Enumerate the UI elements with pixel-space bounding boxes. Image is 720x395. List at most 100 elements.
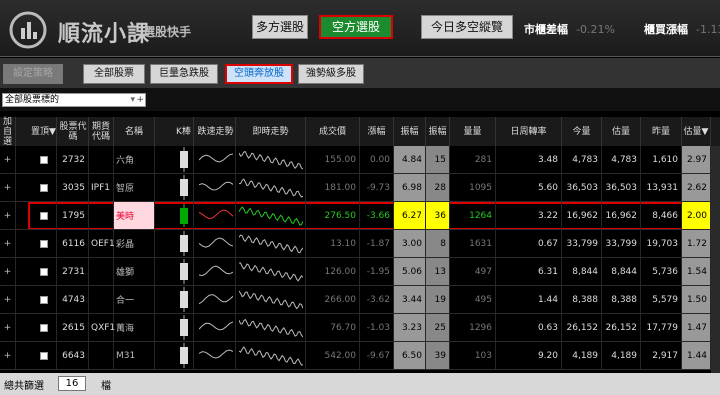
table-row[interactable]: +2615 QXF1 萬海 76.70 -1.03 3.23 25 1296 0.63 26,15… <box>0 314 720 342</box>
scrollbar[interactable] <box>711 146 720 373</box>
amplitude-value: 3.23 <box>394 314 426 341</box>
trend-sparkline <box>196 258 236 285</box>
add-watch-icon[interactable]: + <box>0 342 16 369</box>
stock-code: 3035 <box>58 174 89 201</box>
short-flow-button[interactable]: 空頭奔放股 <box>225 64 293 84</box>
column-header[interactable]: 即時走勢 <box>236 117 306 146</box>
change-value: -1.95 <box>360 258 394 285</box>
add-watch-icon[interactable]: + <box>0 230 16 257</box>
price-value: 126.00 <box>306 258 360 285</box>
today-volume: 8,844 <box>562 258 602 285</box>
pin-checkbox[interactable] <box>31 314 57 341</box>
intraday-sparkline <box>236 202 306 229</box>
intraday-sparkline <box>236 146 306 173</box>
trend-sparkline <box>196 314 236 341</box>
today-volume: 26,152 <box>562 314 602 341</box>
table-row[interactable]: +4743 合一 266.00 -3.62 3.44 19 495 1.44 8,388 8,38… <box>0 286 720 314</box>
turnover-value: 1.44 <box>496 286 562 313</box>
table-row[interactable]: +6643 M31 542.00 -9.67 6.50 39 103 9.20 4,189 4,1… <box>0 342 720 370</box>
column-header[interactable]: 振幅 <box>394 117 426 146</box>
turnover-value: 0.63 <box>496 314 562 341</box>
yesterday-volume: 19,703 <box>641 230 682 257</box>
column-header[interactable]: 名稱 <box>114 117 155 146</box>
today-overview-button[interactable]: 今日多空縱覽 <box>421 15 513 39</box>
column-header[interactable]: 估量 <box>602 117 641 146</box>
price-value: 542.00 <box>306 342 360 369</box>
trend-sparkline <box>196 230 236 257</box>
add-watch-icon[interactable]: + <box>0 202 16 229</box>
add-watch-icon[interactable]: + <box>0 174 16 201</box>
yesterday-volume: 5,579 <box>641 286 682 313</box>
chevron-down-icon[interactable]: ▾ <box>130 94 135 107</box>
add-watch-icon[interactable]: + <box>0 314 16 341</box>
column-header[interactable]: 今量 <box>562 117 602 146</box>
volume-value: 1631 <box>450 230 496 257</box>
column-header[interactable]: 估量▼ <box>682 117 711 146</box>
settings-strategy-button[interactable]: 設定策略 <box>3 64 63 84</box>
short-screen-button[interactable]: 空方選股 <box>319 15 393 39</box>
stock-name: 彩晶 <box>114 230 155 257</box>
volume-drop-button[interactable]: 巨量急跌股 <box>150 64 218 84</box>
column-header[interactable]: 日周轉率 <box>496 117 562 146</box>
total-label: 總共篩選 <box>4 381 44 392</box>
total-unit: 檔 <box>101 381 111 392</box>
long-screen-button[interactable]: 多方選股 <box>252 15 308 39</box>
checkbox-icon[interactable] <box>39 183 48 192</box>
add-watch-icon[interactable]: + <box>0 146 16 173</box>
column-header[interactable]: 期貨代碼 <box>89 117 114 146</box>
column-header[interactable]: 振幅 <box>426 117 450 146</box>
stock-code: 2731 <box>58 258 89 285</box>
table-row[interactable]: +1795 美時 276.50 -3.66 6.27 36 1264 3.22 16,962 16… <box>0 202 720 230</box>
volume-value: 497 <box>450 258 496 285</box>
add-icon[interactable]: + <box>136 94 144 107</box>
pin-checkbox[interactable] <box>31 258 57 285</box>
table-row[interactable]: +3035 IPF1 智原 181.00 -9.73 6.98 28 1095 5.60 36,5… <box>0 174 720 202</box>
amplitude-rank: 19 <box>426 286 450 313</box>
checkbox-icon[interactable] <box>39 323 48 332</box>
today-volume: 33,799 <box>562 230 602 257</box>
pin-checkbox[interactable] <box>31 202 57 229</box>
column-header[interactable]: 跌速走勢 <box>196 117 236 146</box>
column-header[interactable]: 昨量 <box>641 117 682 146</box>
table-row[interactable]: +6116 OEF1 彩晶 13.10 -1.87 3.00 8 1631 0.67 33,799… <box>0 230 720 258</box>
add-watch-icon[interactable]: + <box>0 258 16 285</box>
table-row[interactable]: +2731 雄獅 126.00 -1.95 5.06 13 497 6.31 8,844 8,84… <box>0 258 720 286</box>
price-value: 276.50 <box>306 202 360 229</box>
column-header[interactable]: 量量 <box>450 117 496 146</box>
checkbox-icon[interactable] <box>39 295 48 304</box>
strong-bear-button[interactable]: 強勢級多股 <box>298 64 364 84</box>
column-header[interactable]: K棒 <box>174 117 194 146</box>
checkbox-icon[interactable] <box>39 211 48 220</box>
stock-universe-select[interactable]: 全部股票標的 ▾ + <box>2 93 146 107</box>
all-stocks-button[interactable]: 全部股票 <box>83 64 145 84</box>
add-watch-icon[interactable]: + <box>0 286 16 313</box>
checkbox-icon[interactable] <box>39 155 48 164</box>
table-row[interactable]: +2732 六角 155.00 0.00 4.84 15 281 3.48 4,783 4,783… <box>0 146 720 174</box>
pin-checkbox[interactable] <box>31 342 57 369</box>
column-header[interactable]: 置頂▼ <box>31 117 57 146</box>
estimated-volume: 8,844 <box>602 258 641 285</box>
column-header[interactable]: 漲幅 <box>360 117 394 146</box>
column-header[interactable]: 成交價 <box>306 117 360 146</box>
intraday-sparkline <box>236 286 306 313</box>
futures-code <box>89 286 114 313</box>
checkbox-icon[interactable] <box>39 267 48 276</box>
pin-checkbox[interactable] <box>31 174 57 201</box>
column-header[interactable]: 股票代碼 <box>58 117 89 146</box>
trend-sparkline <box>196 146 236 173</box>
brand-title: 順流小課 <box>58 22 151 47</box>
pin-checkbox[interactable] <box>31 146 57 173</box>
checkbox-icon[interactable] <box>39 351 48 360</box>
column-header[interactable]: 加自選 <box>0 117 16 147</box>
checkbox-icon[interactable] <box>39 239 48 248</box>
trend-sparkline <box>196 286 236 313</box>
pin-checkbox[interactable] <box>31 286 57 313</box>
total-count: 16 <box>58 376 86 391</box>
futures-code: QXF1 <box>89 314 115 341</box>
estimated-volume: 4,783 <box>602 146 641 173</box>
pin-checkbox[interactable] <box>31 230 57 257</box>
amplitude-rank: 13 <box>426 258 450 285</box>
yesterday-volume: 8,466 <box>641 202 682 229</box>
change-value: -9.73 <box>360 174 394 201</box>
stock-code: 6116 <box>58 230 89 257</box>
